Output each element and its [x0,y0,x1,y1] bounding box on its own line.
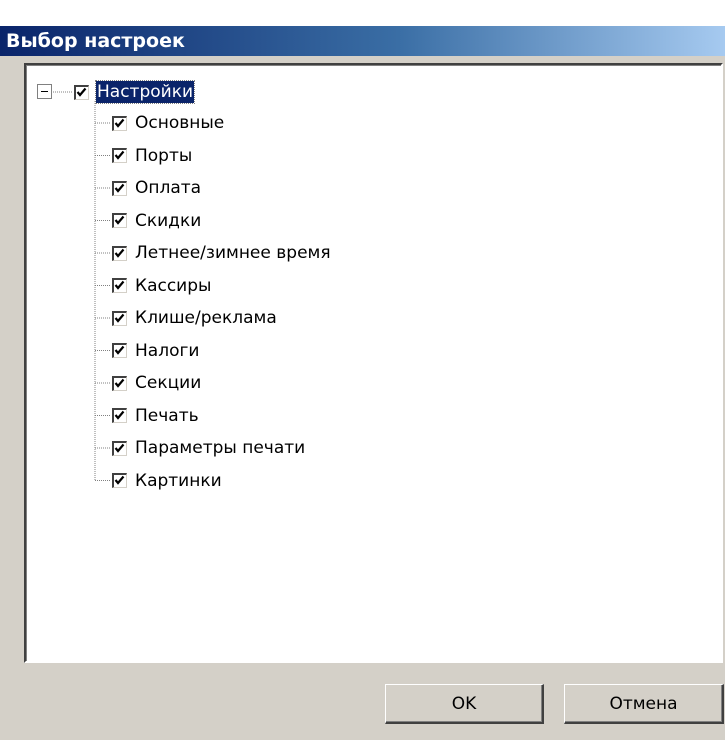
checkmark-icon [76,87,87,97]
tree-item-checkbox[interactable] [112,375,127,391]
tree-item[interactable]: Налоги [112,337,200,365]
tree-item-label: Клише/реклама [135,308,277,328]
tree-item[interactable]: Летнее/зимнее время [112,239,332,267]
tree-item[interactable]: Кассиры [112,272,212,300]
tree-item-checkbox[interactable] [112,180,127,196]
tree-item-label: Налоги [135,340,200,361]
tree-item-label: Оплата [135,178,202,198]
checkmark-icon [114,443,125,453]
checkmark-icon [114,475,125,485]
tree-item-label: Кассиры [135,275,212,296]
checkmark-icon [114,183,125,193]
tree-item[interactable]: Печать [112,402,200,430]
tree-item-label: Секции [135,373,202,393]
tree-item-label: Летнее/зимнее время [135,243,331,263]
cancel-button[interactable]: Отмена [564,684,724,724]
tree-item-checkbox[interactable] [112,408,127,423]
tree-item-checkbox[interactable] [112,115,127,131]
checkmark-icon [114,313,125,323]
tree-item[interactable]: Порты [112,142,193,170]
tree-item-checkbox[interactable] [112,473,127,488]
tree-item[interactable]: Картинки [112,467,223,495]
tree-item-checkbox[interactable] [112,310,127,326]
tree-item[interactable]: Параметры печати [112,434,306,462]
tree-item-checkbox[interactable] [112,245,127,261]
checkmark-icon [114,280,125,290]
collapse-minus-icon[interactable] [37,84,52,99]
tree-root-label: Настройки [94,80,196,104]
window-title: Выбор настроек [6,30,185,52]
root-checkbox[interactable] [74,84,89,100]
title-bar[interactable]: Выбор настроек [0,26,725,56]
tree-item-checkbox[interactable] [112,440,127,456]
tree-item[interactable]: Секции [112,369,202,397]
tree-root[interactable]: Настройки [74,78,196,106]
tree-item-label: Порты [135,145,193,166]
tree-item-label: Картинки [135,470,222,491]
tree-item[interactable]: Основные [112,109,225,137]
checkmark-icon [114,248,125,258]
checkmark-icon [114,215,125,225]
checkmark-icon [114,150,125,160]
checkmark-icon [114,378,125,388]
tree-item[interactable]: Оплата [112,174,202,202]
checkmark-icon [114,345,125,355]
tree-item-label: Основные [135,113,225,133]
tree-item-label: Параметры печати [135,438,306,458]
checkmark-icon [114,410,125,420]
tree-item[interactable]: Скидки [112,207,202,235]
tree-item-label: Печать [135,405,199,426]
checkmark-icon [114,118,125,128]
settings-tree[interactable]: Настройки Основные Порты Оплата Скидки Летне… [24,63,723,663]
tree-item-checkbox[interactable] [112,343,127,358]
tree-item[interactable]: Клише/реклама [112,304,278,332]
tree-item-checkbox[interactable] [112,148,127,163]
tree-item-checkbox[interactable] [112,278,127,293]
tree-item-label: Скидки [135,210,202,231]
tree-item-checkbox[interactable] [112,213,127,228]
ok-button[interactable]: OK [385,684,544,724]
